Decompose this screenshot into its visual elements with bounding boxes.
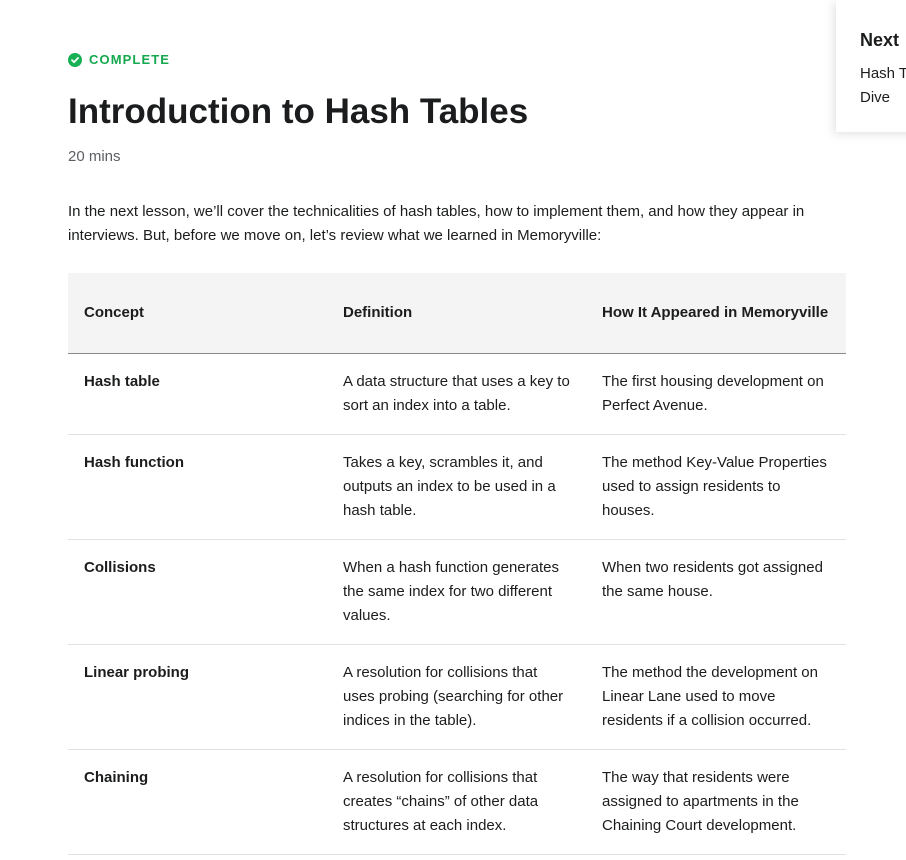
concept-cell: Hash table xyxy=(68,353,327,435)
table-row: Linear probing A resolution for collisio… xyxy=(68,644,846,750)
concept-cell: Hash function xyxy=(68,434,327,540)
column-header-concept: Concept xyxy=(68,273,327,354)
intro-paragraph: In the next lesson, we’ll cover the tech… xyxy=(68,203,805,244)
check-circle-icon xyxy=(68,52,82,67)
appearance-cell: The first housing development on Perfect… xyxy=(586,353,846,435)
page-title: Introduction to Hash Tables xyxy=(68,92,529,131)
definition-cell: When a hash function generates the same … xyxy=(327,539,586,645)
definition-cell: Takes a key, scrambles it, and outputs a… xyxy=(327,434,586,540)
completion-status: COMPLETE xyxy=(68,52,170,67)
definition-cell: A resolution for collisions that creates… xyxy=(327,749,586,855)
table-row: Chaining A resolution for collisions tha… xyxy=(68,749,846,855)
concept-cell: Chaining xyxy=(68,749,327,855)
concept-cell: Collisions xyxy=(68,539,327,645)
column-header-definition: Definition xyxy=(327,273,586,354)
appearance-cell: The method Key-Value Properties used to … xyxy=(586,434,846,540)
definition-cell: A data structure that uses a key to sort… xyxy=(327,353,586,435)
lesson-duration: 20 mins xyxy=(68,148,121,165)
definition-cell: A resolution for collisions that uses pr… xyxy=(327,644,586,750)
table-row: Hash function Takes a key, scrambles it,… xyxy=(68,434,846,540)
column-header-appearance: How It Appeared in Memoryville xyxy=(586,273,846,354)
status-label: COMPLETE xyxy=(89,52,171,67)
table-row: Hash table A data structure that uses a … xyxy=(68,353,846,435)
review-table: Concept Definition How It Appeared in Me… xyxy=(68,273,846,855)
table-row: Collisions When a hash function generate… xyxy=(68,539,846,645)
next-lesson-card[interactable]: Next Hash T Dive xyxy=(836,0,906,132)
appearance-cell: The way that residents were assigned to … xyxy=(586,749,846,855)
appearance-cell: The method the development on Linear Lan… xyxy=(586,644,846,750)
lesson-page: COMPLETE Introduction to Hash Tables 20 … xyxy=(0,0,906,860)
next-lesson-title[interactable]: Hash T Dive xyxy=(860,62,906,110)
table-header-row: Concept Definition How It Appeared in Me… xyxy=(68,273,846,354)
next-lesson-heading: Next xyxy=(860,30,900,50)
concept-cell: Linear probing xyxy=(68,644,327,750)
appearance-cell: When two residents got assigned the same… xyxy=(586,539,846,645)
